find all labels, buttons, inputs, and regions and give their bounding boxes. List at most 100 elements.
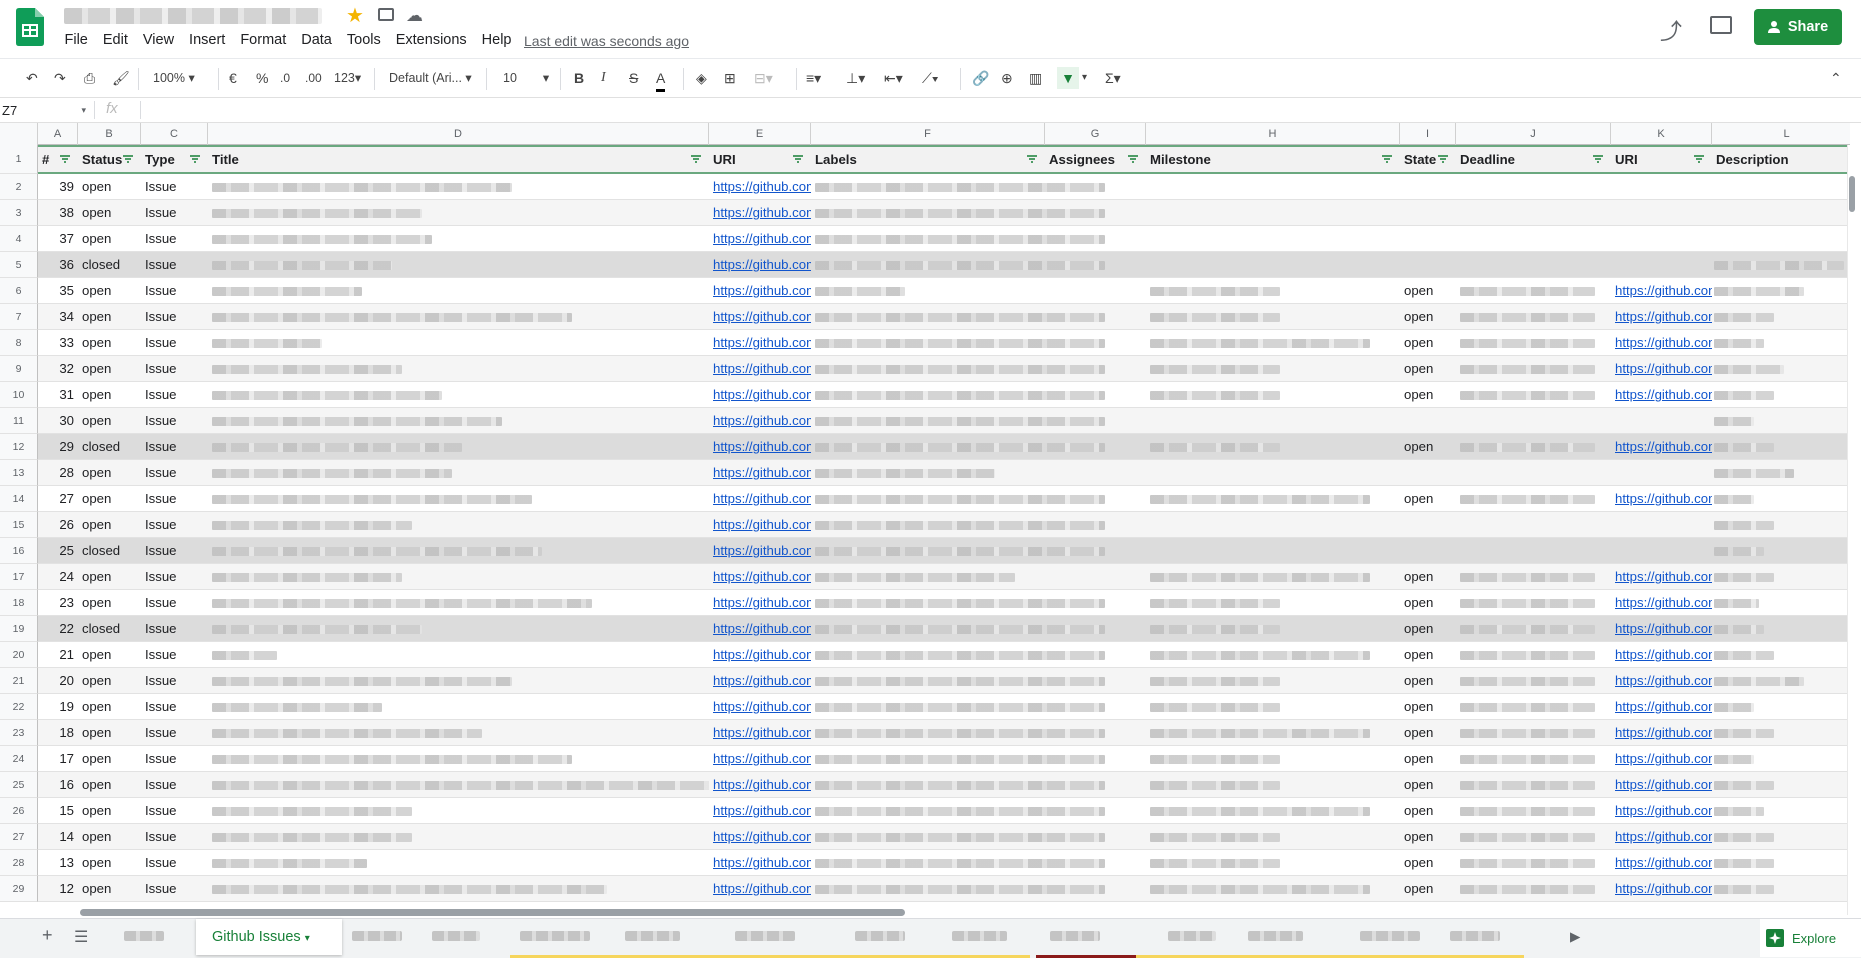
cell-description[interactable] bbox=[1712, 356, 1850, 381]
sheet-tab[interactable] bbox=[432, 931, 480, 941]
cell-status[interactable]: open bbox=[78, 876, 141, 901]
filter-toggle-icon[interactable] bbox=[689, 152, 703, 166]
cell-type[interactable]: Issue bbox=[141, 564, 208, 589]
row-number[interactable]: 6 bbox=[0, 278, 38, 304]
row-number[interactable]: 28 bbox=[0, 850, 38, 876]
table-row[interactable]: 29 closed Issue https://github.com open https… bbox=[38, 434, 1850, 460]
cell-title[interactable] bbox=[208, 304, 709, 329]
cell-deadline[interactable] bbox=[1456, 408, 1611, 433]
row-number[interactable]: 8 bbox=[0, 330, 38, 356]
table-row[interactable]: 30 open Issue https://github.com bbox=[38, 408, 1850, 434]
cell-uri-link[interactable]: https://github.com bbox=[709, 486, 811, 511]
header-cell[interactable]: Milestone bbox=[1146, 147, 1400, 172]
cell-labels[interactable] bbox=[811, 616, 1146, 641]
cell-description[interactable] bbox=[1712, 720, 1850, 745]
cell-uri-link[interactable]: https://github.com bbox=[709, 538, 811, 563]
cell-status[interactable]: open bbox=[78, 304, 141, 329]
column-header-b[interactable]: B bbox=[78, 123, 141, 145]
cell-type[interactable]: Issue bbox=[141, 694, 208, 719]
filter-views-dropdown[interactable]: ▾ bbox=[1082, 67, 1087, 89]
cell-uri-link[interactable]: https://github.com bbox=[709, 642, 811, 667]
menu-insert[interactable]: Insert bbox=[182, 31, 233, 53]
cell-state[interactable] bbox=[1400, 408, 1456, 433]
collapse-menus-icon[interactable]: ⌃ bbox=[1830, 67, 1842, 89]
cell-num[interactable]: 26 bbox=[38, 512, 78, 537]
cell-state[interactable]: open bbox=[1400, 486, 1456, 511]
cell-labels[interactable] bbox=[811, 304, 1146, 329]
cell-status[interactable]: open bbox=[78, 486, 141, 511]
cell-status[interactable]: open bbox=[78, 668, 141, 693]
cell-state[interactable]: open bbox=[1400, 772, 1456, 797]
cell-deadline[interactable] bbox=[1456, 174, 1611, 199]
cell-milestone[interactable] bbox=[1146, 694, 1400, 719]
table-row[interactable]: 23 open Issue https://github.com open https:/… bbox=[38, 590, 1850, 616]
cell-state[interactable]: open bbox=[1400, 668, 1456, 693]
decrease-decimal-button[interactable]: .0 bbox=[280, 67, 290, 89]
menu-format[interactable]: Format bbox=[233, 31, 294, 53]
cell-num[interactable]: 35 bbox=[38, 278, 78, 303]
vertical-align-icon[interactable]: ⊥▾ bbox=[846, 67, 865, 89]
paint-format-icon[interactable]: 🖌 bbox=[112, 67, 130, 89]
cell-status[interactable]: open bbox=[78, 226, 141, 251]
row-number[interactable]: 9 bbox=[0, 356, 38, 382]
cell-title[interactable] bbox=[208, 538, 709, 563]
cell-title[interactable] bbox=[208, 486, 709, 511]
cell-uri2-link[interactable]: https://github.com bbox=[1611, 330, 1712, 355]
cell-deadline[interactable] bbox=[1456, 434, 1611, 459]
cell-status[interactable]: open bbox=[78, 356, 141, 381]
cell-status[interactable]: open bbox=[78, 772, 141, 797]
cell-num[interactable]: 24 bbox=[38, 564, 78, 589]
row-number[interactable]: 24 bbox=[0, 746, 38, 772]
cell-labels[interactable] bbox=[811, 408, 1146, 433]
cell-num[interactable]: 30 bbox=[38, 408, 78, 433]
filter-toggle-icon[interactable] bbox=[58, 152, 72, 166]
filter-toggle-icon[interactable] bbox=[1692, 152, 1706, 166]
cell-milestone[interactable] bbox=[1146, 174, 1400, 199]
cell-type[interactable]: Issue bbox=[141, 252, 208, 277]
cell-deadline[interactable] bbox=[1456, 304, 1611, 329]
cell-status[interactable]: open bbox=[78, 642, 141, 667]
cell-uri2-link[interactable] bbox=[1611, 174, 1712, 199]
table-row[interactable]: 21 open Issue https://github.com open https:/… bbox=[38, 642, 1850, 668]
cell-state[interactable] bbox=[1400, 538, 1456, 563]
font-size-select[interactable]: 10 ▾ bbox=[503, 67, 549, 89]
cell-uri-link[interactable]: https://github.com bbox=[709, 798, 811, 823]
increase-decimal-button[interactable]: .00 bbox=[305, 67, 322, 89]
cell-uri-link[interactable]: https://github.com bbox=[709, 746, 811, 771]
cell-uri-link[interactable]: https://github.com bbox=[709, 668, 811, 693]
cell-labels[interactable] bbox=[811, 746, 1146, 771]
cell-milestone[interactable] bbox=[1146, 486, 1400, 511]
cell-state[interactable]: open bbox=[1400, 616, 1456, 641]
cell-deadline[interactable] bbox=[1456, 460, 1611, 485]
cell-uri-link[interactable]: https://github.com bbox=[709, 174, 811, 199]
cell-num[interactable]: 38 bbox=[38, 200, 78, 225]
cell-deadline[interactable] bbox=[1456, 356, 1611, 381]
cell-title[interactable] bbox=[208, 694, 709, 719]
filter-toggle-icon[interactable] bbox=[1436, 152, 1450, 166]
cell-uri-link[interactable]: https://github.com bbox=[709, 876, 811, 901]
cell-description[interactable] bbox=[1712, 408, 1850, 433]
menu-view[interactable]: View bbox=[135, 31, 181, 53]
cell-uri-link[interactable]: https://github.com bbox=[709, 616, 811, 641]
cell-labels[interactable] bbox=[811, 278, 1146, 303]
menu-help[interactable]: Help bbox=[474, 31, 519, 53]
cell-uri2-link[interactable]: https://github.com bbox=[1611, 746, 1712, 771]
cell-uri2-link[interactable]: https://github.com bbox=[1611, 668, 1712, 693]
table-row[interactable]: 28 open Issue https://github.com bbox=[38, 460, 1850, 486]
cell-uri-link[interactable]: https://github.com bbox=[709, 304, 811, 329]
cell-status[interactable]: open bbox=[78, 798, 141, 823]
cell-milestone[interactable] bbox=[1146, 746, 1400, 771]
cell-state[interactable]: open bbox=[1400, 356, 1456, 381]
cell-labels[interactable] bbox=[811, 330, 1146, 355]
cell-description[interactable] bbox=[1712, 226, 1850, 251]
filter-toggle-icon[interactable] bbox=[1126, 152, 1140, 166]
cell-state[interactable]: open bbox=[1400, 720, 1456, 745]
cell-description[interactable] bbox=[1712, 850, 1850, 875]
fill-color-icon[interactable]: ◈ bbox=[696, 67, 707, 89]
cell-status[interactable]: open bbox=[78, 850, 141, 875]
cell-description[interactable] bbox=[1712, 798, 1850, 823]
horizontal-align-icon[interactable]: ≡▾ bbox=[806, 67, 821, 89]
sheet-tab[interactable] bbox=[1248, 931, 1303, 941]
table-row[interactable]: 33 open Issue https://github.com open https:/… bbox=[38, 330, 1850, 356]
cell-deadline[interactable] bbox=[1456, 512, 1611, 537]
